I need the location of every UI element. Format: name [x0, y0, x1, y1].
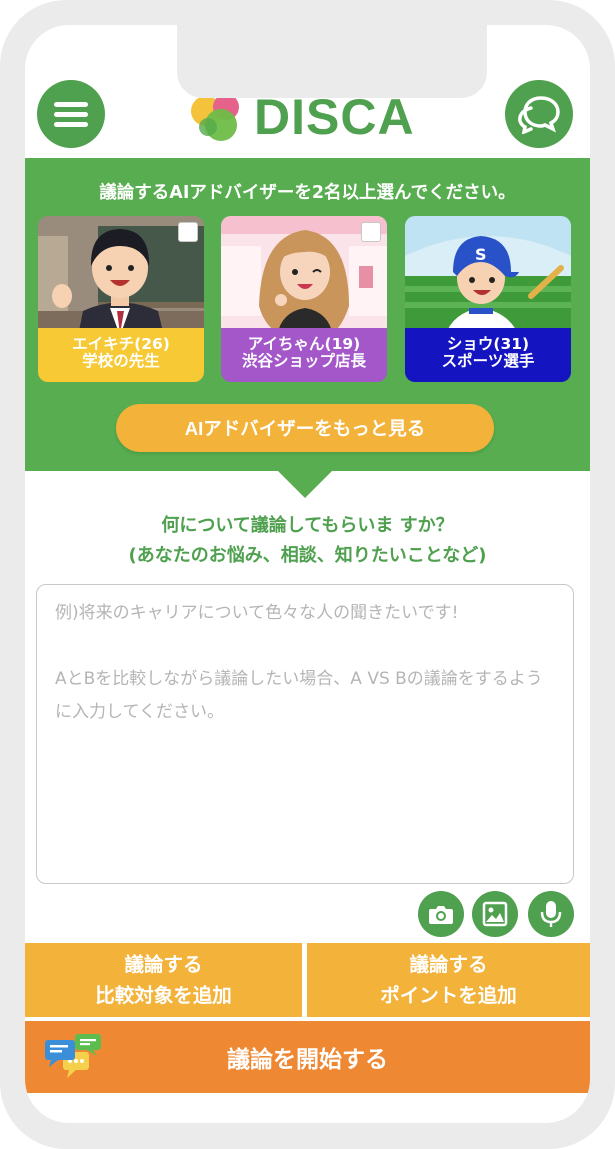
hamburger-menu-icon [54, 97, 88, 132]
advisor-name: アイちゃん(19) [247, 335, 361, 353]
add-point-line-1: 議論する [409, 953, 488, 976]
start-discussion-label: 議論を開始する [227, 1047, 388, 1073]
advisor-role: 学校の先生 [82, 352, 160, 370]
question-line-2: (あなたのお悩み、相談、知りたいことなど) [128, 545, 487, 566]
add-point-line-2: ポイントを追加 [380, 984, 517, 1007]
menu-button[interactable] [37, 80, 105, 148]
chat-bubbles-icon [518, 96, 560, 134]
microphone-icon [540, 901, 562, 927]
question-line-1: 何について議論してもらいま すか？ [161, 515, 454, 536]
start-discussion-button[interactable]: 議論を開始する [25, 1021, 590, 1093]
add-comparison-line-2: 比較対象を追加 [95, 984, 232, 1007]
add-comparison-button[interactable]: 議論する 比較対象を追加 [25, 943, 302, 1017]
app-screen: DISCA 議論するAIアドバイザーを2名以上選んでください。 エイキチ(26)… [25, 25, 590, 1123]
phone-frame: DISCA 議論するAIアドバイザーを2名以上選んでください。 エイキチ(26)… [0, 0, 615, 1149]
advisor-card-aichan[interactable]: アイちゃん(19) 渋谷ショップ店長 [221, 216, 387, 382]
image-button[interactable] [472, 891, 518, 937]
topic-question: 何について議論してもらいま すか？ (あなたのお悩み、相談、知りたいことなど) [25, 511, 590, 571]
advisor-card-shou[interactable]: S ショウ(31) スポーツ選手 [405, 216, 571, 382]
chat-button[interactable] [505, 80, 573, 148]
advisor-checkbox[interactable] [178, 222, 198, 242]
image-icon [482, 901, 508, 927]
camera-icon [429, 906, 453, 924]
advisor-panel-title: 議論するAIアドバイザーを2名以上選んでください。 [99, 183, 516, 203]
microphone-button[interactable] [528, 891, 574, 937]
camera-button[interactable] [418, 891, 464, 937]
advisor-checkbox[interactable] [361, 222, 381, 242]
topic-input[interactable]: 例)将来のキャリアについて色々な人の聞きたいです! AとBを比較しながら議論した… [36, 584, 574, 884]
advisor-name: ショウ(31) [446, 335, 530, 353]
advisor-role: 渋谷ショップ店長 [241, 352, 366, 370]
panel-pointer [277, 470, 333, 498]
advisor-caption: ショウ(31) スポーツ選手 [405, 328, 571, 382]
phone-notch [177, 25, 487, 98]
baseball-player-avatar: S [405, 216, 571, 336]
advisor-caption: アイちゃん(19) 渋谷ショップ店長 [221, 328, 387, 382]
advisor-name: エイキチ(26) [72, 335, 170, 353]
svg-text:S: S [475, 245, 487, 264]
advisor-role: スポーツ選手 [441, 352, 535, 370]
add-point-button[interactable]: 議論する ポイントを追加 [307, 943, 590, 1017]
more-advisors-button[interactable]: AIアドバイザーをもっと見る [116, 404, 494, 452]
advisor-selection-panel: 議論するAIアドバイザーを2名以上選んでください。 エイキチ(26) 学校の先生… [25, 158, 590, 471]
advisor-card-eikichi[interactable]: エイキチ(26) 学校の先生 [38, 216, 204, 382]
add-comparison-line-1: 議論する [124, 953, 203, 976]
discussion-bubbles-icon [45, 1034, 101, 1078]
advisor-caption: エイキチ(26) 学校の先生 [38, 328, 204, 382]
